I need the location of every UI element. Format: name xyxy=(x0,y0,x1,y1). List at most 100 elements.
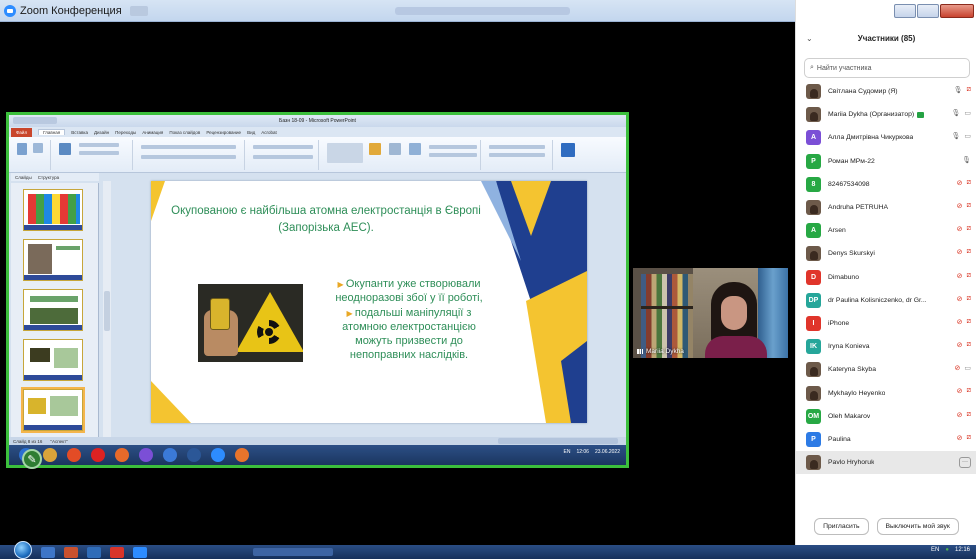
camera-off-icon[interactable]: ⧄ xyxy=(967,295,971,303)
microphone-muted-icon[interactable]: ⊘ xyxy=(957,295,963,303)
participant-name: Mariia Dykha (Организатор) xyxy=(828,111,915,119)
participant-avatar xyxy=(806,362,821,378)
camera-off-icon[interactable]: ⧄ xyxy=(967,341,971,349)
participant-row[interactable]: D Dimabuno ⊘ ⧄ xyxy=(796,266,976,289)
taskbar-app-icon[interactable] xyxy=(41,546,55,558)
word-icon[interactable] xyxy=(187,448,201,462)
participant-row[interactable]: A Arsen ⊘ ⧄ xyxy=(796,219,976,242)
ppt-menu-item[interactable]: Acrobat xyxy=(261,130,277,135)
participant-row[interactable]: IK Iryna Konieva ⊘ ⧄ xyxy=(796,335,976,358)
tab-slides[interactable]: Слайды xyxy=(15,175,32,180)
camera-off-icon[interactable]: ⧄ xyxy=(967,434,971,442)
participant-row[interactable]: Mariia Dykha (Организатор) 🎙 ▭ xyxy=(796,103,976,126)
participant-row[interactable]: IiPhone ⊘ ⧄ xyxy=(796,312,976,335)
participant-row[interactable]: OM Oleh Makarov ⊘ ⧄ xyxy=(796,405,976,428)
minimize-button[interactable] xyxy=(894,4,916,18)
thumbnail-scrollbar[interactable] xyxy=(103,181,111,437)
ppt-menu-item[interactable]: Вставка xyxy=(71,130,88,135)
slide-thumbnail[interactable] xyxy=(23,239,83,281)
participant-row[interactable]: Mykhaylo Heyenko ⊘ ⧄ xyxy=(796,381,976,404)
participant-row[interactable]: Denys Skurskyi ⊘ ⧄ xyxy=(796,242,976,265)
ppt-menu-item[interactable]: Вид xyxy=(247,130,255,135)
participant-row[interactable]: Pavlo Hryhoruk ··· xyxy=(796,451,976,475)
microphone-icon[interactable]: 🎙 xyxy=(962,156,971,164)
participant-row[interactable]: Andruha PETRUHA ⊘ ⧄ xyxy=(796,196,976,219)
slide-thumbnail-selected[interactable] xyxy=(21,387,85,433)
ppt-menu-item[interactable]: Рецензирование xyxy=(206,130,241,135)
camera-off-icon[interactable]: ⧄ xyxy=(967,248,971,256)
microphone-muted-icon[interactable]: ⊘ xyxy=(957,341,963,349)
ppt-menu-item[interactable]: Анимация xyxy=(142,130,163,135)
camera-off-icon[interactable]: ⧄ xyxy=(967,387,971,395)
firefox-icon[interactable] xyxy=(115,448,129,462)
participant-row[interactable]: Kateryna Skyba ⊘ ▭ xyxy=(796,358,976,381)
microphone-muted-icon[interactable]: ⊘ xyxy=(957,434,963,442)
camera-off-icon[interactable]: ⧄ xyxy=(967,411,971,419)
camera-off-icon[interactable]: ⧄ xyxy=(967,86,971,94)
ppt-menu-item[interactable]: Файл xyxy=(11,127,33,137)
participant-row[interactable]: DP dr Paulina Kolisniczenko, dr Gr... ⊘ ⧄ xyxy=(796,289,976,312)
microphone-muted-icon[interactable]: ⊘ xyxy=(957,248,963,256)
camera-off-icon[interactable]: ⧄ xyxy=(967,202,971,210)
annotate-pencil-icon[interactable]: ✎ xyxy=(22,449,42,469)
zoom-icon[interactable] xyxy=(211,448,225,462)
slide-thumbnail[interactable] xyxy=(23,189,83,231)
microphone-icon[interactable]: 🎙 xyxy=(951,132,960,140)
more-options-button[interactable]: ··· xyxy=(959,457,971,468)
bullet-arrow-icon: ▶ xyxy=(337,280,346,289)
microphone-muted-icon[interactable]: ⊘ xyxy=(957,411,963,419)
opera-icon[interactable] xyxy=(91,448,105,462)
ppt-menu-item[interactable]: Главная xyxy=(38,129,66,135)
microphone-muted-icon[interactable]: ⊘ xyxy=(955,364,961,372)
camera-icon[interactable]: ▭ xyxy=(964,132,971,140)
viber-icon[interactable] xyxy=(139,448,153,462)
microphone-muted-icon[interactable]: ⊘ xyxy=(957,179,963,187)
participant-row[interactable]: Р Роман МРм-22 🎙 xyxy=(796,150,976,173)
taskbar-app-icon[interactable] xyxy=(110,546,124,558)
start-button[interactable] xyxy=(14,541,32,559)
participant-row[interactable]: Світлана Судомир (Я) 🎙 ⧄ xyxy=(796,80,976,103)
participant-avatar xyxy=(806,84,821,100)
camera-icon[interactable]: ▭ xyxy=(964,109,971,117)
chrome-icon[interactable] xyxy=(67,448,81,462)
tab-outline[interactable]: Структура xyxy=(38,175,59,180)
camera-off-icon[interactable]: ⧄ xyxy=(967,179,971,187)
participant-name: Andruha PETRUHA xyxy=(828,204,889,212)
taskbar-app-icon[interactable] xyxy=(64,546,78,558)
skype-icon[interactable] xyxy=(163,448,177,462)
participant-search-input[interactable]: ⌕ Найти участника xyxy=(804,58,970,78)
invite-button[interactable]: Пригласить xyxy=(814,518,869,535)
camera-off-icon[interactable]: ⧄ xyxy=(967,272,971,280)
participant-row[interactable]: 8 82467534098 ⊘ ⧄ xyxy=(796,173,976,196)
powerpoint-menu: Файл Главная Вставка Дизайн Переходы Анимация… xyxy=(9,127,626,137)
camera-icon[interactable]: ▭ xyxy=(964,364,971,372)
participants-footer: Пригласить Выключить мой звук xyxy=(796,518,976,540)
microphone-muted-icon[interactable]: ⊘ xyxy=(957,202,963,210)
taskbar-app-icon[interactable] xyxy=(87,546,101,558)
close-button[interactable] xyxy=(940,4,974,18)
slide-thumbnail[interactable] xyxy=(23,289,83,331)
microphone-muted-icon[interactable]: ⊘ xyxy=(957,387,963,395)
microphone-icon[interactable]: 🎙 xyxy=(951,109,960,117)
ppt-menu-item[interactable]: Дизайн xyxy=(94,130,109,135)
camera-off-icon[interactable]: ⧄ xyxy=(967,318,971,326)
microphone-muted-icon[interactable]: ⊘ xyxy=(957,272,963,280)
powerpoint-icon[interactable] xyxy=(235,448,249,462)
slide-thumbnail[interactable] xyxy=(23,339,83,381)
microphone-icon[interactable]: 🎙 xyxy=(954,86,963,94)
maximize-button[interactable] xyxy=(917,4,939,18)
participant-row[interactable]: P Paulina ⊘ ⧄ xyxy=(796,428,976,451)
camera-off-icon[interactable]: ⧄ xyxy=(967,225,971,233)
explorer-icon[interactable] xyxy=(43,448,57,462)
zoom-slider[interactable] xyxy=(498,438,618,444)
microphone-muted-icon[interactable]: ⊘ xyxy=(957,318,963,326)
taskbar-window-button[interactable] xyxy=(253,548,333,556)
mute-me-button[interactable]: Выключить мой звук xyxy=(876,518,959,535)
microphone-muted-icon[interactable]: ⊘ xyxy=(957,225,963,233)
participant-row[interactable]: А Алла Дмитрівна Чикуркова 🎙 ▭ xyxy=(796,126,976,149)
ppt-menu-item[interactable]: Показ слайдов xyxy=(169,130,200,135)
ppt-menu-item[interactable]: Переходы xyxy=(115,130,136,135)
participant-name: Mykhaylo Heyenko xyxy=(828,389,886,397)
taskbar-app-icon[interactable] xyxy=(133,546,147,558)
participant-video[interactable]: Mariia Dykha xyxy=(633,268,788,358)
